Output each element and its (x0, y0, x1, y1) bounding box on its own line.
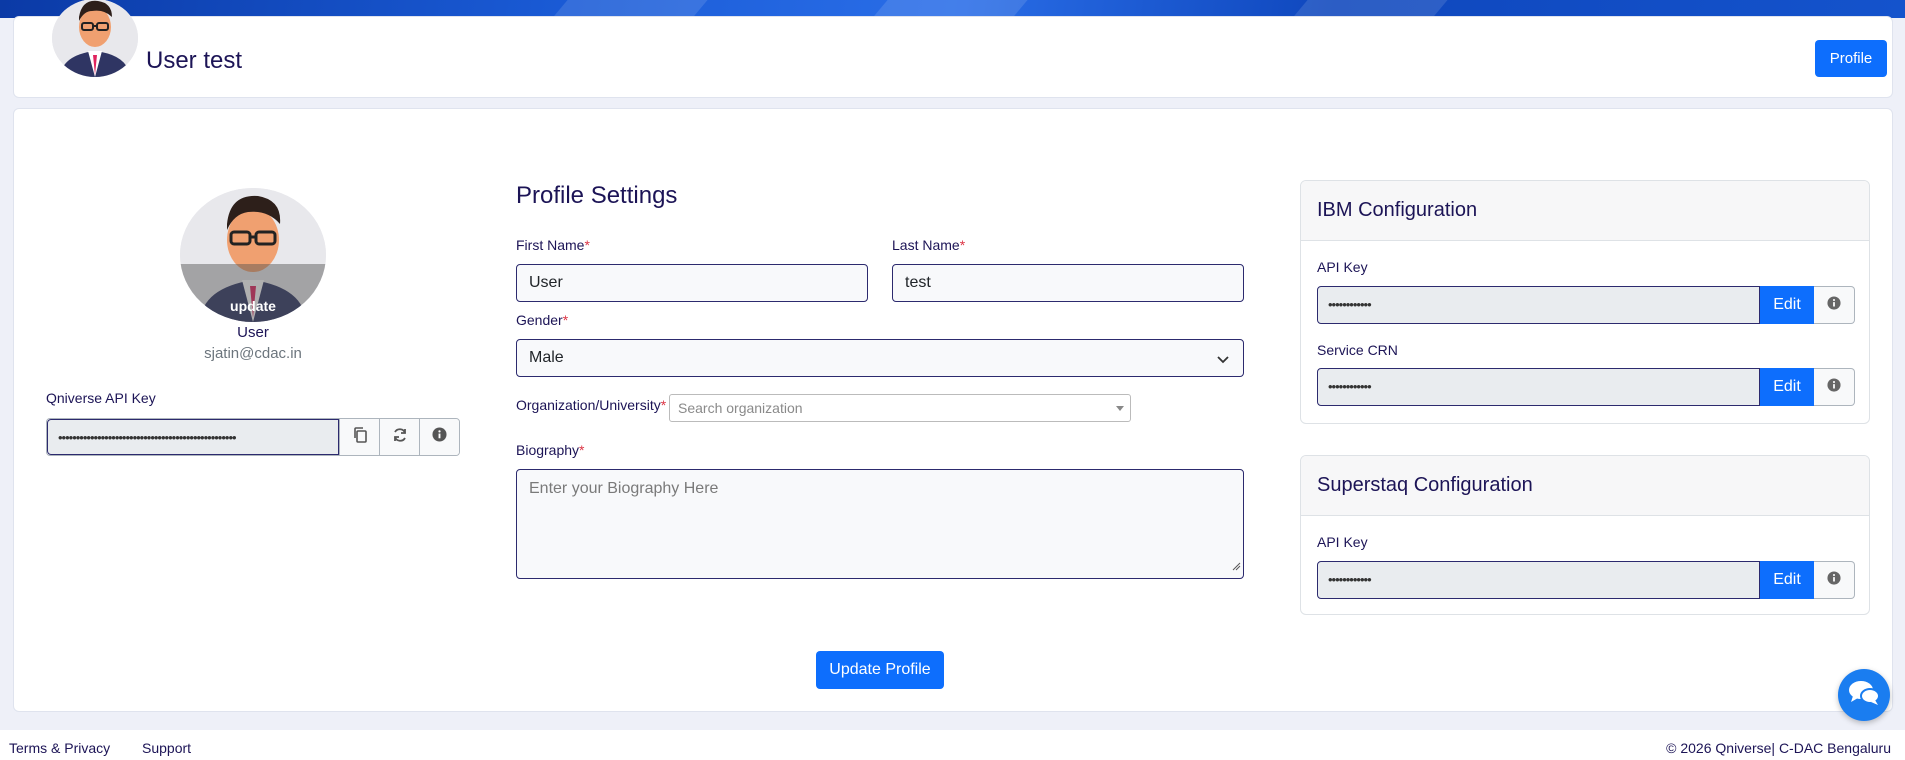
organization-label: Organization/University* (516, 397, 667, 413)
ibm-configuration-title: IBM Configuration (1301, 181, 1869, 241)
footer: Terms & Privacy Support © 2026 Qniverse|… (0, 730, 1905, 760)
dropdown-arrow-icon (1116, 406, 1124, 411)
organization-placeholder: Search organization (678, 400, 803, 416)
header-avatar (52, 0, 138, 77)
chevron-down-icon (1217, 352, 1229, 370)
profile-avatar[interactable]: update (180, 188, 326, 322)
chat-button[interactable] (1838, 669, 1890, 721)
superstaq-configuration-title: Superstaq Configuration (1301, 456, 1869, 516)
avatar-update-overlay[interactable]: update (180, 264, 326, 322)
superstaq-api-key-group: •••••••••••• Edit (1317, 561, 1855, 599)
update-profile-button[interactable]: Update Profile (816, 651, 944, 689)
user-name: User (237, 324, 269, 341)
chat-icon (1848, 679, 1880, 712)
superstaq-api-key-label: API Key (1317, 534, 1368, 550)
first-name-label: First Name* (516, 237, 590, 253)
last-name-input[interactable]: test (892, 264, 1244, 302)
ibm-service-crn-edit-button[interactable]: Edit (1760, 368, 1814, 406)
info-icon (1827, 377, 1841, 397)
refresh-icon (392, 427, 408, 448)
copyright-text: © 2026 Qniverse| C-DAC Bengaluru (1666, 740, 1891, 756)
first-name-input[interactable]: User (516, 264, 868, 302)
info-icon (432, 427, 447, 447)
info-icon (1827, 570, 1841, 590)
ibm-configuration-card: IBM Configuration API Key •••••••••••• E… (1300, 180, 1870, 424)
user-email: sjatin@cdac.in (204, 345, 302, 362)
biography-label: Biography* (516, 442, 585, 458)
last-name-label: Last Name* (892, 237, 966, 253)
gender-label: Gender* (516, 312, 569, 328)
gender-selected-value: Male (529, 349, 564, 366)
profile-button[interactable]: Profile (1815, 40, 1887, 77)
ibm-service-crn-group: •••••••••••• Edit (1317, 368, 1855, 406)
ibm-api-key-edit-button[interactable]: Edit (1760, 286, 1814, 324)
resize-grip-icon[interactable] (1231, 558, 1241, 576)
page-title: User test (146, 47, 243, 74)
ibm-service-crn-input[interactable]: •••••••••••• (1317, 368, 1760, 406)
ibm-service-crn-info-button[interactable] (1814, 368, 1855, 406)
regenerate-button[interactable] (379, 419, 419, 455)
info-button[interactable] (419, 419, 459, 455)
superstaq-api-key-input[interactable]: •••••••••••• (1317, 561, 1760, 599)
organization-search-select[interactable]: Search organization (669, 394, 1131, 422)
biography-placeholder: Enter your Biography Here (529, 480, 719, 497)
ibm-api-key-label: API Key (1317, 259, 1368, 275)
copy-button[interactable] (339, 419, 379, 455)
biography-textarea[interactable]: Enter your Biography Here (516, 469, 1244, 579)
profile-settings-title: Profile Settings (516, 182, 678, 209)
copy-icon (353, 426, 367, 448)
qniverse-api-key-input[interactable]: ••••••••••••••••••••••••••••••••••••••••… (47, 419, 339, 455)
qniverse-api-key-group: ••••••••••••••••••••••••••••••••••••••••… (46, 418, 460, 456)
profile-header (13, 0, 1893, 98)
superstaq-configuration-card: Superstaq Configuration API Key ••••••••… (1300, 455, 1870, 615)
ibm-api-key-group: •••••••••••• Edit (1317, 286, 1855, 324)
superstaq-api-key-info-button[interactable] (1814, 561, 1855, 599)
info-icon (1827, 295, 1841, 315)
support-link[interactable]: Support (142, 740, 191, 756)
ibm-api-key-info-button[interactable] (1814, 286, 1855, 324)
ibm-api-key-input[interactable]: •••••••••••• (1317, 286, 1760, 324)
qniverse-api-key-label: Qniverse API Key (46, 390, 156, 406)
ibm-service-crn-label: Service CRN (1317, 342, 1398, 358)
superstaq-api-key-edit-button[interactable]: Edit (1760, 561, 1814, 599)
terms-privacy-link[interactable]: Terms & Privacy (9, 740, 110, 756)
gender-select[interactable]: Male (516, 339, 1244, 377)
